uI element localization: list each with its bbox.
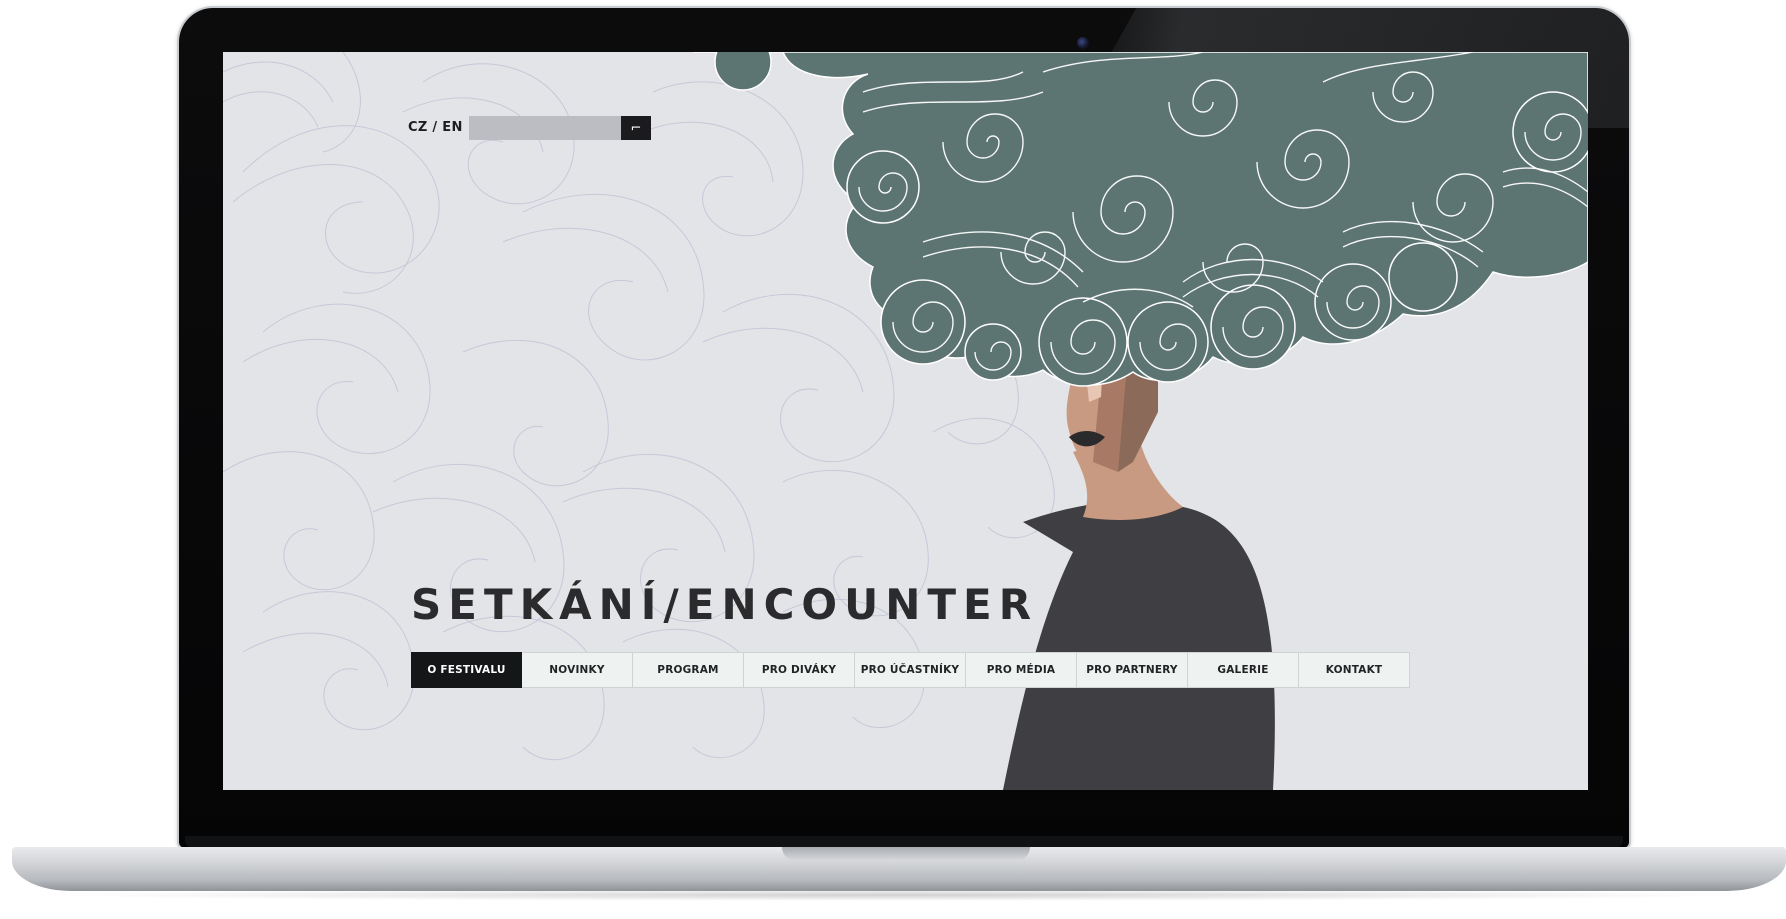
nav-item-program[interactable]: PROGRAM xyxy=(633,652,744,688)
nav-item-novinky[interactable]: NOVINKY xyxy=(522,652,633,688)
search-submit-icon: ⌐ xyxy=(630,120,642,136)
nav-item-pro-divaky[interactable]: PRO DIVÁKY xyxy=(744,652,855,688)
main-nav: O FESTIVALU NOVINKY PROGRAM PRO DIVÁKY P… xyxy=(411,652,1410,688)
laptop-notch xyxy=(782,847,1030,861)
site-title: SETKÁNÍ/ENCOUNTER xyxy=(411,580,1039,629)
search-form: ⌐ xyxy=(469,116,651,140)
nav-item-galerie[interactable]: GALERIE xyxy=(1188,652,1299,688)
search-button[interactable]: ⌐ xyxy=(621,116,651,140)
nav-item-pro-partnery[interactable]: PRO PARTNERY xyxy=(1077,652,1188,688)
nav-item-pro-media[interactable]: PRO MÉDIA xyxy=(966,652,1077,688)
shirt-shape xyxy=(1003,500,1275,790)
nav-item-kontakt[interactable]: KONTAKT xyxy=(1299,652,1410,688)
website-screen: CZ / EN ⌐ SETKÁNÍ/ENCOUNTER O FESTIVALU … xyxy=(223,52,1588,790)
language-switch[interactable]: CZ / EN xyxy=(408,120,463,135)
nav-item-pro-ucastniky[interactable]: PRO ÚČASTNÍKY xyxy=(855,652,966,688)
search-input[interactable] xyxy=(469,116,621,140)
nav-item-o-festivalu[interactable]: O FESTIVALU xyxy=(411,652,522,688)
webcam-icon xyxy=(1077,37,1089,49)
hair-shape xyxy=(693,52,1588,387)
laptop-mockup: CZ / EN ⌐ SETKÁNÍ/ENCOUNTER O FESTIVALU … xyxy=(0,0,1786,919)
